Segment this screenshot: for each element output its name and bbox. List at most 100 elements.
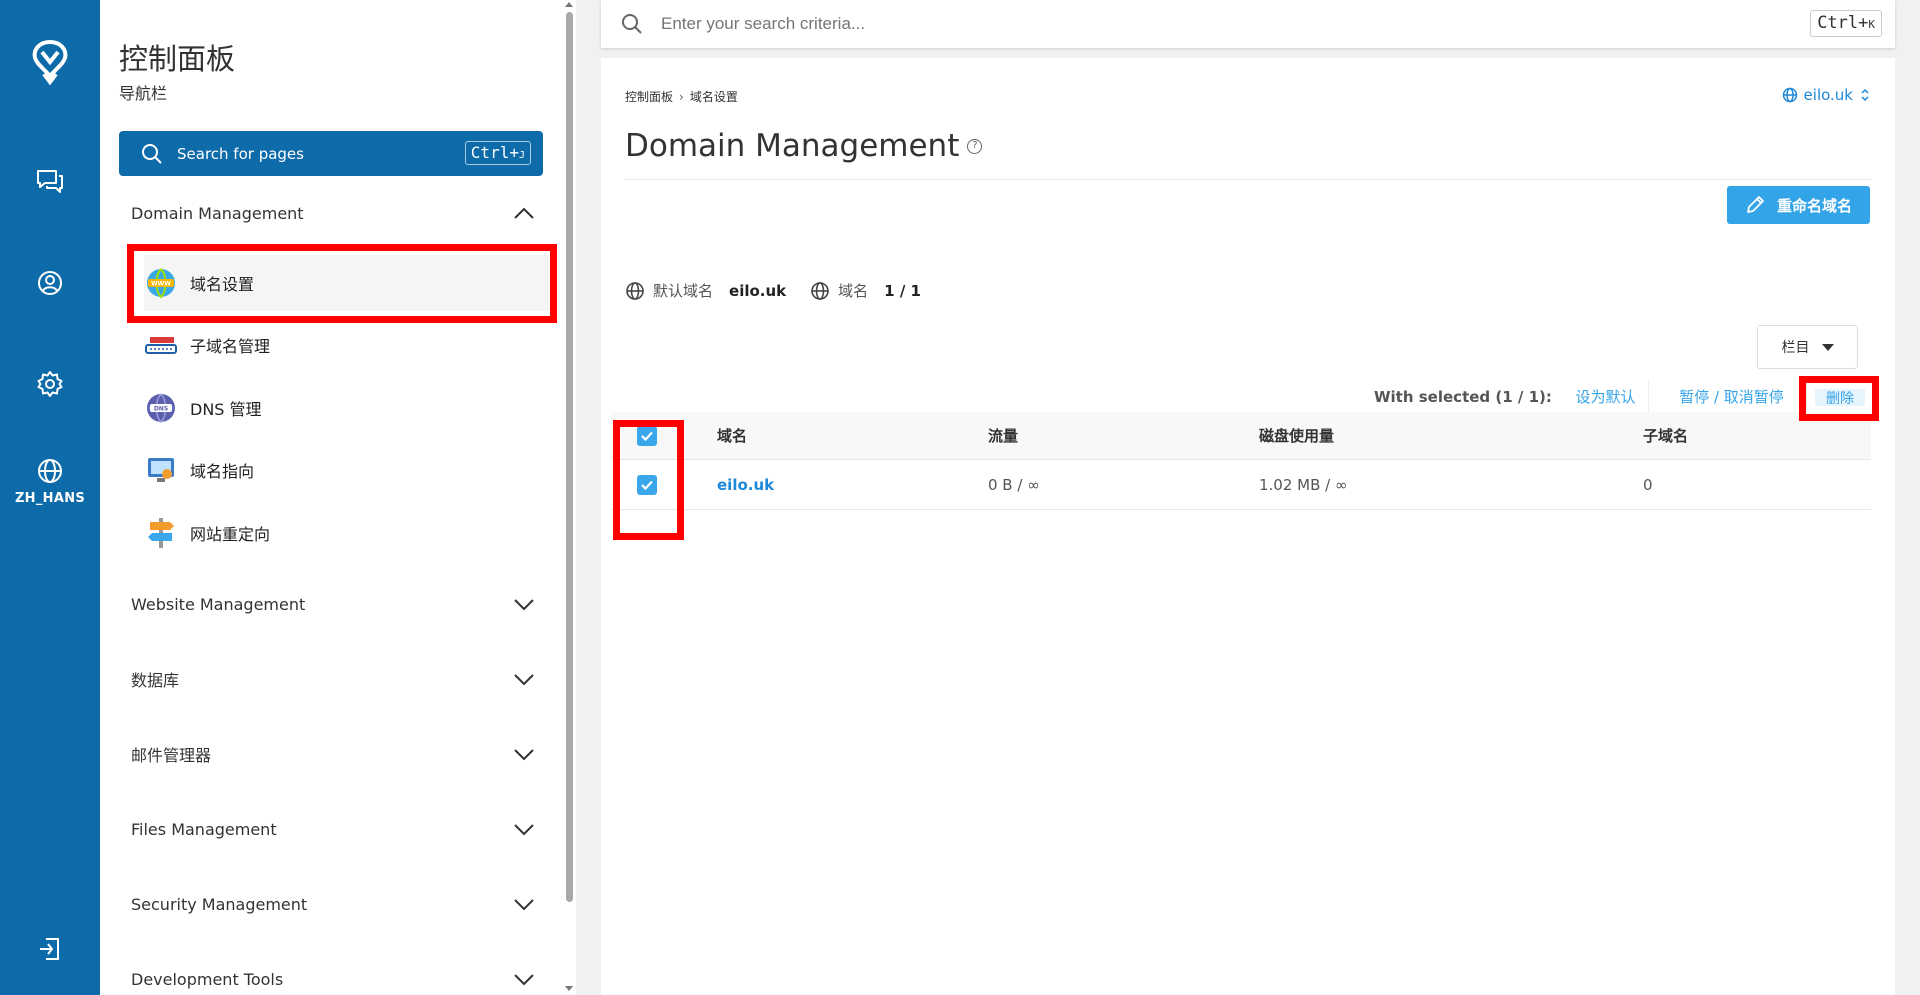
section-label: Domain Management	[131, 203, 304, 223]
section-label: 邮件管理器	[131, 746, 212, 765]
disk-value: 1.02 MB / ∞	[1259, 475, 1348, 494]
check-icon	[641, 431, 653, 441]
domain-link[interactable]: eilo.uk	[717, 460, 774, 509]
default-domain-value: eilo.uk	[729, 281, 787, 300]
globe-icon	[626, 281, 644, 300]
section-database[interactable]: 数据库	[131, 664, 535, 694]
section-mail-manager[interactable]: 邮件管理器	[131, 739, 535, 769]
section-label: Development Tools	[131, 969, 284, 989]
caret-down-icon	[1821, 343, 1834, 351]
scroll-up-arrow-icon[interactable]	[565, 2, 573, 7]
dns-icon: DNS	[144, 391, 178, 425]
breadcrumb-item-dashboard[interactable]: 控制面板	[625, 88, 673, 105]
sidebar-item-label: 域名指向	[190, 462, 255, 481]
sidebar-item-dns[interactable]: DNS DNS 管理	[144, 380, 551, 436]
page-search-shortcut: Ctrl+J	[464, 141, 531, 165]
section-domain-management[interactable]: Domain Management	[131, 198, 535, 228]
select-all-checkbox[interactable]	[637, 412, 657, 459]
sidebar-item-label: 网站重定向	[190, 525, 271, 544]
globe-icon	[1782, 87, 1797, 103]
column-header-domain[interactable]: 域名	[717, 412, 747, 459]
pencil-icon	[1747, 196, 1764, 213]
breadcrumb-item-current: 域名设置	[689, 90, 738, 104]
scroll-down-arrow-icon[interactable]	[565, 986, 573, 991]
delete-button[interactable]: 删除	[1815, 389, 1865, 407]
sort-chevrons-icon	[1861, 88, 1869, 102]
page-search-label: Search for pages	[177, 144, 304, 163]
language-label: ZH_HANS	[14, 491, 86, 506]
svg-text:WWW: WWW	[151, 281, 171, 288]
rename-domain-button[interactable]: 重命名域名	[1727, 186, 1870, 224]
subdomain-icon	[144, 328, 178, 362]
logo-icon[interactable]	[0, 36, 100, 88]
default-domain-stat: 默认域名 eilo.uk	[625, 280, 786, 301]
globe-icon	[811, 281, 829, 300]
table-row: eilo.uk 0 B / ∞ 1.02 MB / ∞ 0	[611, 460, 1871, 510]
sidebar-scrollbar-thumb[interactable]	[566, 12, 573, 902]
columns-dropdown[interactable]: 栏目	[1757, 325, 1858, 369]
sidebar-item-label: DNS 管理	[190, 400, 262, 419]
sidebar-subtitle: 导航栏	[119, 84, 168, 103]
signpost-icon	[144, 516, 178, 550]
globe-icon	[38, 459, 62, 483]
left-rail: ZH_HANS	[0, 0, 100, 995]
section-security-management[interactable]: Security Management	[131, 889, 535, 919]
chevron-down-icon	[514, 974, 534, 986]
sidebar-item-domain-settings[interactable]: WWW 域名设置	[144, 255, 551, 311]
language-switcher[interactable]: ZH_HANS	[0, 457, 100, 506]
with-selected-label: With selected (1 / 1):	[1374, 388, 1552, 406]
column-header-subdomains[interactable]: 子域名	[1643, 412, 1688, 459]
domain-stats: 默认域名 eilo.uk 域名 1 / 1	[625, 280, 945, 301]
current-domain: eilo.uk	[1803, 86, 1853, 104]
chevron-down-icon	[514, 749, 534, 761]
page-search-button[interactable]: Search for pages Ctrl+J	[119, 131, 543, 176]
sidebar-item-domain-pointer[interactable]: 域名指向	[144, 442, 551, 498]
chevron-down-icon	[514, 824, 534, 836]
section-development-tools[interactable]: Development Tools	[131, 964, 535, 994]
sidebar-item-label: 子域名管理	[190, 337, 271, 356]
search-icon	[622, 14, 642, 34]
global-search-shortcut: Ctrl+K	[1810, 10, 1882, 37]
check-icon	[641, 480, 653, 490]
chat-icon[interactable]	[0, 167, 100, 195]
chevron-up-icon	[514, 207, 534, 219]
section-label: Security Management	[131, 894, 308, 914]
sidebar-item-redirect[interactable]: 网站重定向	[144, 505, 551, 561]
domain-pointer-icon	[144, 453, 178, 487]
row-checkbox[interactable]	[637, 460, 657, 509]
section-label: Files Management	[131, 819, 277, 839]
breadcrumb: 控制面板 › 域名设置	[625, 88, 738, 105]
section-label: Website Management	[131, 594, 306, 614]
chevron-right-icon: ›	[679, 89, 684, 104]
sidebar-title: 控制面板	[119, 42, 236, 76]
sidebar-item-label: 域名设置	[190, 275, 255, 294]
main-panel: 控制面板 › 域名设置 eilo.uk Domain Management ? …	[601, 58, 1895, 995]
chevron-down-icon	[514, 674, 534, 686]
traffic-value: 0 B / ∞	[988, 475, 1040, 494]
sidebar-item-subdomains[interactable]: 子域名管理	[144, 317, 551, 373]
chevron-down-icon	[514, 899, 534, 911]
svg-text:DNS: DNS	[154, 406, 168, 413]
www-globe-icon: WWW	[144, 266, 178, 300]
column-header-disk[interactable]: 磁盘使用量	[1259, 412, 1334, 459]
suspend-toggle-button[interactable]: 暂停 / 取消暂停	[1657, 380, 1807, 412]
help-icon[interactable]: ?	[967, 138, 983, 154]
domain-count-stat: 域名 1 / 1	[810, 280, 921, 301]
sidebar: 控制面板 导航栏 Search for pages Ctrl+J Domain …	[100, 0, 564, 995]
global-search-input[interactable]	[661, 14, 1561, 34]
set-default-button[interactable]: 设为默认	[1563, 380, 1649, 412]
chevron-down-icon	[514, 599, 534, 611]
subdomain-count: 0	[1643, 475, 1653, 494]
gear-icon[interactable]	[0, 370, 100, 398]
table-header: 域名 流量 磁盘使用量 子域名	[611, 412, 1871, 460]
search-icon	[142, 143, 162, 164]
divider	[625, 179, 1871, 180]
domain-switcher[interactable]: eilo.uk	[1782, 86, 1871, 104]
user-icon[interactable]	[0, 269, 100, 297]
logout-icon[interactable]	[0, 935, 100, 963]
section-files-management[interactable]: Files Management	[131, 814, 535, 844]
global-search-bar: Ctrl+K	[601, 0, 1895, 48]
column-header-traffic[interactable]: 流量	[988, 412, 1018, 459]
section-label: 数据库	[131, 671, 180, 690]
section-website-management[interactable]: Website Management	[131, 589, 535, 619]
